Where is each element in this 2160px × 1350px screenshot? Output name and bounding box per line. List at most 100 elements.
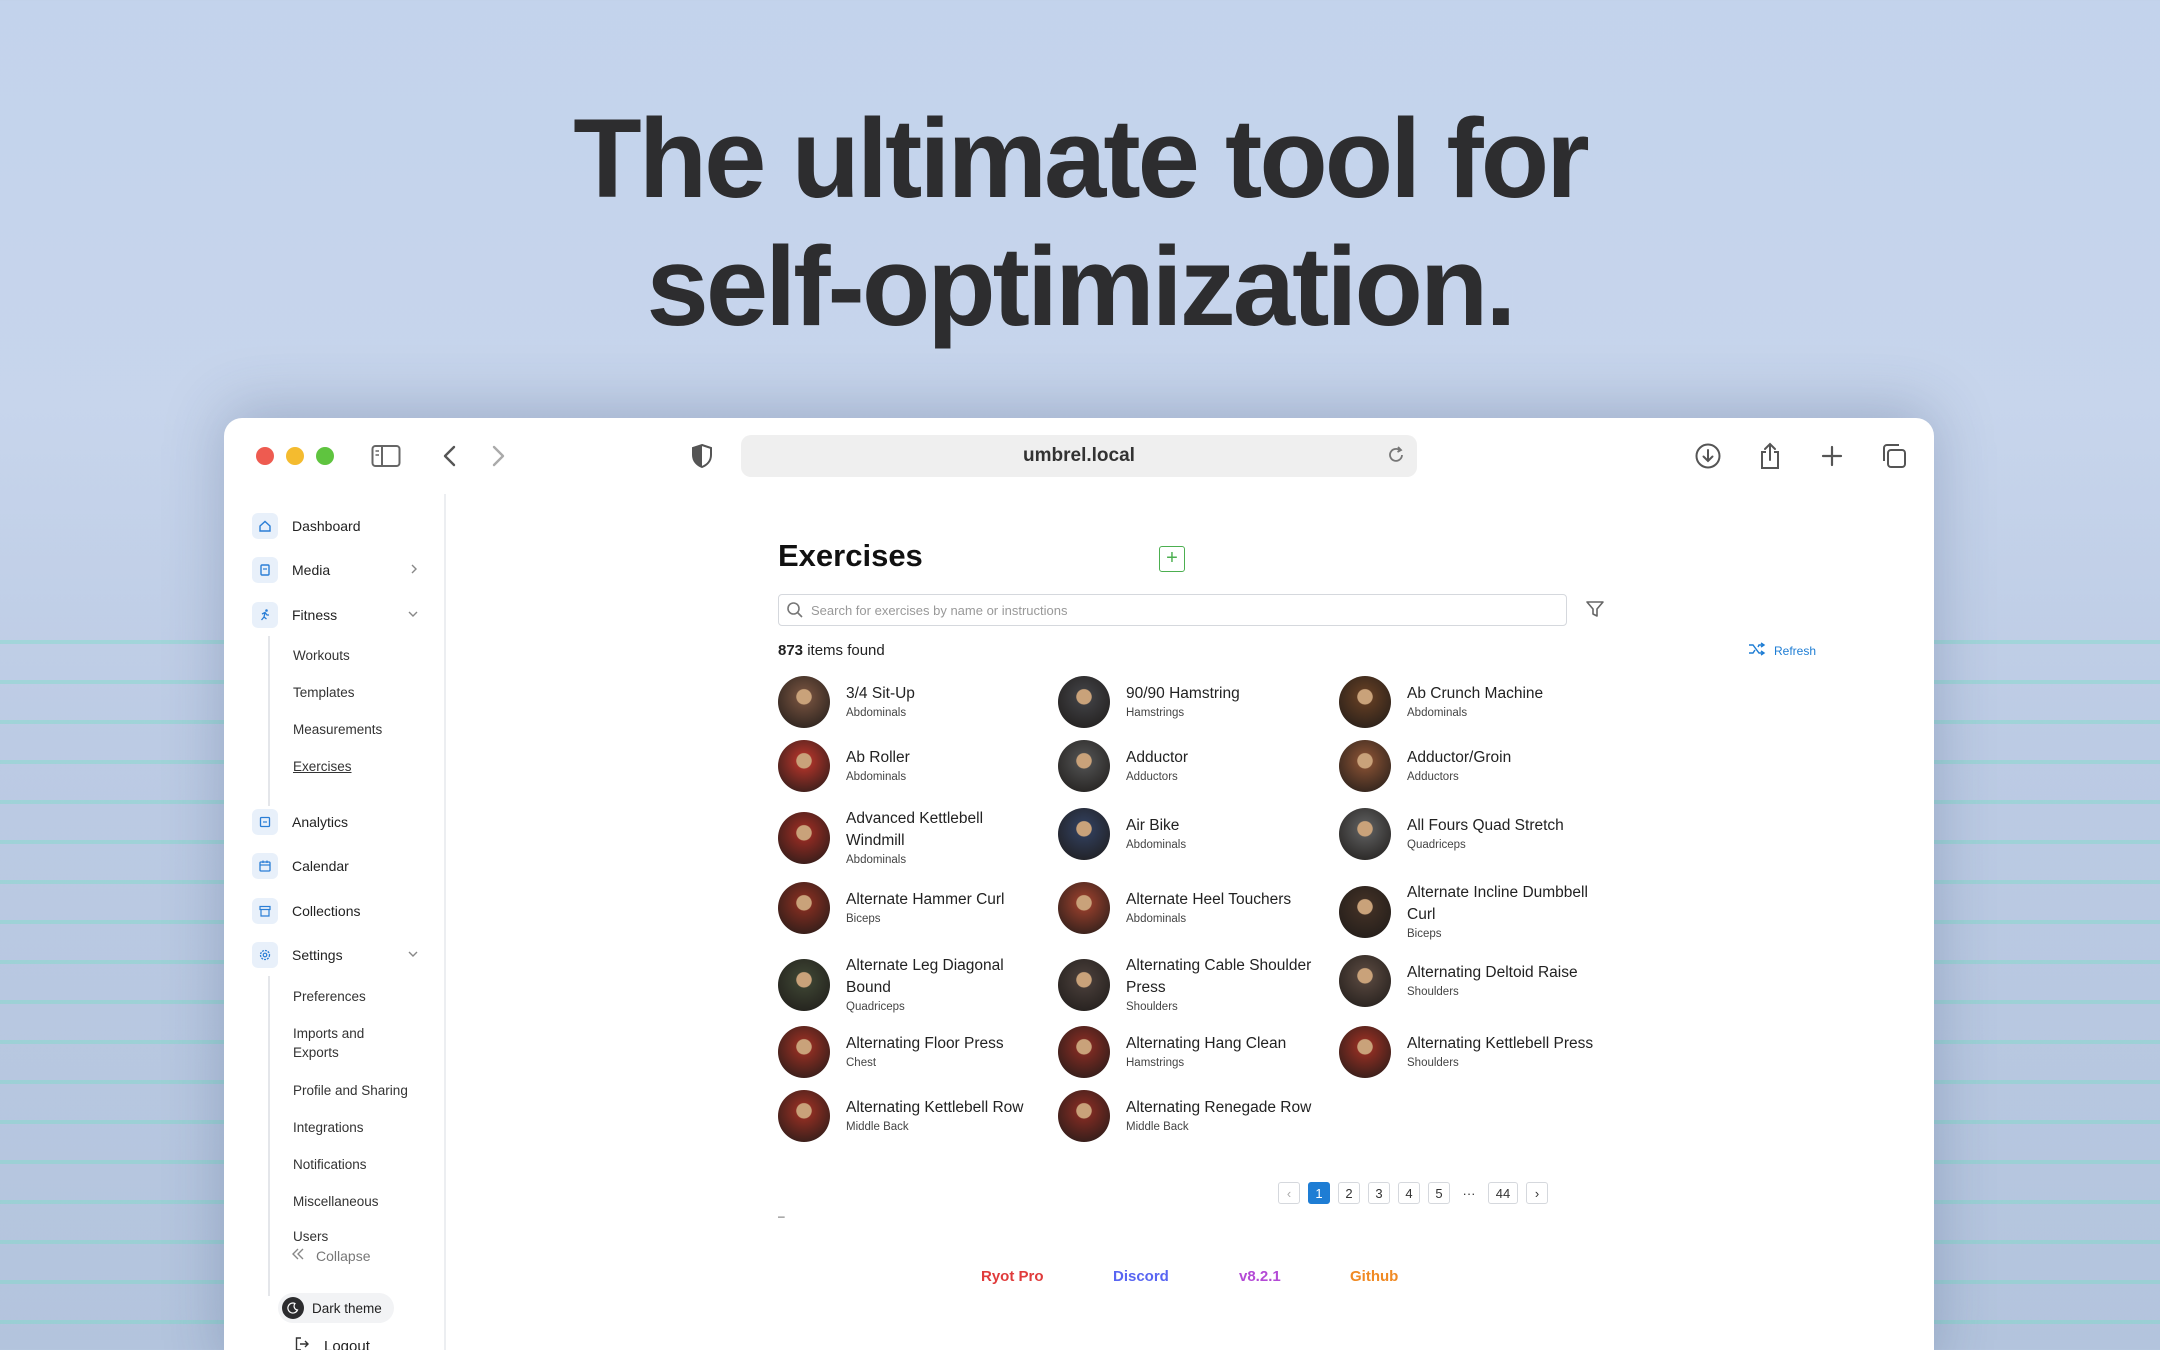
exercise-item[interactable]: Advanced Kettlebell Windmill Abdominals <box>778 808 1038 868</box>
exercise-item[interactable]: Ab Roller Abdominals <box>778 740 1038 792</box>
exercise-name[interactable]: All Fours Quad Stretch <box>1407 815 1564 837</box>
sidebar-item-calendar[interactable]: Calendar <box>252 852 420 880</box>
exercise-item[interactable]: Alternating Deltoid Raise Shoulders <box>1339 955 1599 1007</box>
exercise-name[interactable]: 3/4 Sit-Up <box>846 683 915 705</box>
exercise-thumbnail[interactable] <box>1058 740 1110 792</box>
sidebar-subitem-workouts[interactable]: Workouts <box>293 648 350 663</box>
refresh-button[interactable]: Refresh <box>1748 642 1816 659</box>
tabs-icon[interactable] <box>1878 440 1910 472</box>
close-window-button[interactable] <box>256 447 274 465</box>
add-exercise-button[interactable]: + <box>1159 546 1185 572</box>
exercise-name[interactable]: Adductor/Groin <box>1407 747 1511 769</box>
exercise-name[interactable]: 90/90 Hamstring <box>1126 683 1240 705</box>
exercise-name[interactable]: Ab Roller <box>846 747 910 769</box>
collapse-button[interactable]: Collapse <box>290 1247 370 1264</box>
prev-page-button[interactable]: ‹ <box>1278 1182 1300 1204</box>
exercise-name-cont[interactable]: Press <box>1126 977 1311 999</box>
sidebar-subitem-profile-sharing[interactable]: Profile and Sharing <box>293 1083 408 1098</box>
exercise-item[interactable]: All Fours Quad Stretch Quadriceps <box>1339 808 1599 860</box>
sidebar-subitem-integrations[interactable]: Integrations <box>293 1120 364 1135</box>
page-button[interactable]: 44 <box>1488 1182 1518 1204</box>
search-input[interactable]: Search for exercises by name or instruct… <box>778 594 1567 626</box>
exercise-name[interactable]: Alternate Leg Diagonal <box>846 955 1004 977</box>
exercise-thumbnail[interactable] <box>1058 1090 1110 1142</box>
exercise-thumbnail[interactable] <box>778 676 830 728</box>
exercise-item[interactable]: Alternate Incline Dumbbell Curl Biceps <box>1339 882 1599 942</box>
exercise-thumbnail[interactable] <box>778 740 830 792</box>
address-bar[interactable]: umbrel.local <box>741 435 1417 477</box>
exercise-thumbnail[interactable] <box>1339 955 1391 1007</box>
sidebar-subitem-users[interactable]: Users <box>293 1231 328 1241</box>
forward-icon[interactable] <box>482 440 514 472</box>
sidebar-item-media[interactable]: Media <box>252 556 420 584</box>
sidebar-subitem-templates[interactable]: Templates <box>293 685 355 700</box>
reload-icon[interactable] <box>1385 444 1407 472</box>
exercise-item[interactable]: 90/90 Hamstring Hamstrings <box>1058 676 1318 728</box>
exercise-item[interactable]: Alternating Renegade Row Middle Back <box>1058 1090 1318 1142</box>
github-link[interactable]: Github <box>1350 1268 1398 1285</box>
page-button[interactable]: 3 <box>1368 1182 1390 1204</box>
exercise-thumbnail[interactable] <box>1058 1026 1110 1078</box>
exercise-thumbnail[interactable] <box>1339 1026 1391 1078</box>
exercise-thumbnail[interactable] <box>1058 959 1110 1011</box>
filter-icon[interactable] <box>1584 598 1606 625</box>
exercise-name-cont[interactable]: Curl <box>1407 904 1588 926</box>
page-button[interactable]: 5 <box>1428 1182 1450 1204</box>
sidebar-subitem-preferences[interactable]: Preferences <box>293 989 366 1004</box>
sidebar-item-dashboard[interactable]: Dashboard <box>252 512 420 540</box>
exercise-thumbnail[interactable] <box>1339 886 1391 938</box>
exercise-name[interactable]: Alternating Kettlebell Row <box>846 1097 1024 1119</box>
sidebar-item-analytics[interactable]: Analytics <box>252 808 420 836</box>
exercise-thumbnail[interactable] <box>778 882 830 934</box>
download-icon[interactable] <box>1692 440 1724 472</box>
maximize-window-button[interactable] <box>316 447 334 465</box>
exercise-thumbnail[interactable] <box>778 812 830 864</box>
exercise-item[interactable]: Adductor Adductors <box>1058 740 1318 792</box>
exercise-thumbnail[interactable] <box>1339 808 1391 860</box>
exercise-thumbnail[interactable] <box>778 959 830 1011</box>
exercise-item[interactable]: Adductor/Groin Adductors <box>1339 740 1599 792</box>
sidebar-item-fitness[interactable]: Fitness <box>252 601 420 629</box>
new-tab-icon[interactable] <box>1816 440 1848 472</box>
exercise-name[interactable]: Ab Crunch Machine <box>1407 683 1543 705</box>
sidebar-subitem-exercises[interactable]: Exercises <box>293 759 352 774</box>
exercise-name[interactable]: Alternate Hammer Curl <box>846 889 1005 911</box>
sidebar-subitem-imports[interactable]: Imports and <box>293 1026 364 1041</box>
exercise-name[interactable]: Alternate Heel Touchers <box>1126 889 1291 911</box>
exercise-thumbnail[interactable] <box>778 1026 830 1078</box>
dark-theme-toggle[interactable]: Dark theme <box>278 1293 394 1323</box>
exercise-item[interactable]: Alternating Cable Shoulder Press Shoulders <box>1058 955 1318 1015</box>
logout-button[interactable]: Logout <box>294 1336 370 1350</box>
sidebar-subitem-miscellaneous[interactable]: Miscellaneous <box>293 1194 379 1209</box>
exercise-name[interactable]: Alternating Hang Clean <box>1126 1033 1286 1055</box>
sidebar-subitem-notifications[interactable]: Notifications <box>293 1157 367 1172</box>
back-icon[interactable] <box>434 440 466 472</box>
sidebar-item-settings[interactable]: Settings <box>252 941 420 969</box>
exercise-thumbnail[interactable] <box>1058 808 1110 860</box>
page-button[interactable]: 2 <box>1338 1182 1360 1204</box>
exercise-item[interactable]: Alternating Hang Clean Hamstrings <box>1058 1026 1318 1078</box>
exercise-thumbnail[interactable] <box>1339 676 1391 728</box>
exercise-name[interactable]: Alternate Incline Dumbbell <box>1407 882 1588 904</box>
exercise-name[interactable]: Advanced Kettlebell <box>846 808 983 830</box>
shield-icon[interactable] <box>686 440 718 472</box>
page-button[interactable]: 1 <box>1308 1182 1330 1204</box>
exercise-item[interactable]: Alternate Leg Diagonal Bound Quadriceps <box>778 955 1038 1015</box>
exercise-thumbnail[interactable] <box>1339 740 1391 792</box>
version-link[interactable]: v8.2.1 <box>1239 1268 1281 1285</box>
exercise-name[interactable]: Alternating Floor Press <box>846 1033 1004 1055</box>
sidebar-subitem-measurements[interactable]: Measurements <box>293 722 382 737</box>
next-page-button[interactable]: › <box>1526 1182 1548 1204</box>
exercise-item[interactable]: Alternating Kettlebell Press Shoulders <box>1339 1026 1599 1078</box>
exercise-name-cont[interactable]: Bound <box>846 977 1004 999</box>
exercise-thumbnail[interactable] <box>778 1090 830 1142</box>
exercise-item[interactable]: Alternating Kettlebell Row Middle Back <box>778 1090 1038 1142</box>
exercise-item[interactable]: Alternate Heel Touchers Abdominals <box>1058 882 1318 934</box>
page-button[interactable]: 4 <box>1398 1182 1420 1204</box>
exercise-item[interactable]: 3/4 Sit-Up Abdominals <box>778 676 1038 728</box>
sidebar-toggle-icon[interactable] <box>370 440 402 472</box>
exercise-thumbnail[interactable] <box>1058 882 1110 934</box>
exercise-name[interactable]: Alternating Renegade Row <box>1126 1097 1311 1119</box>
exercise-item[interactable]: Air Bike Abdominals <box>1058 808 1318 860</box>
sidebar-item-collections[interactable]: Collections <box>252 897 420 925</box>
